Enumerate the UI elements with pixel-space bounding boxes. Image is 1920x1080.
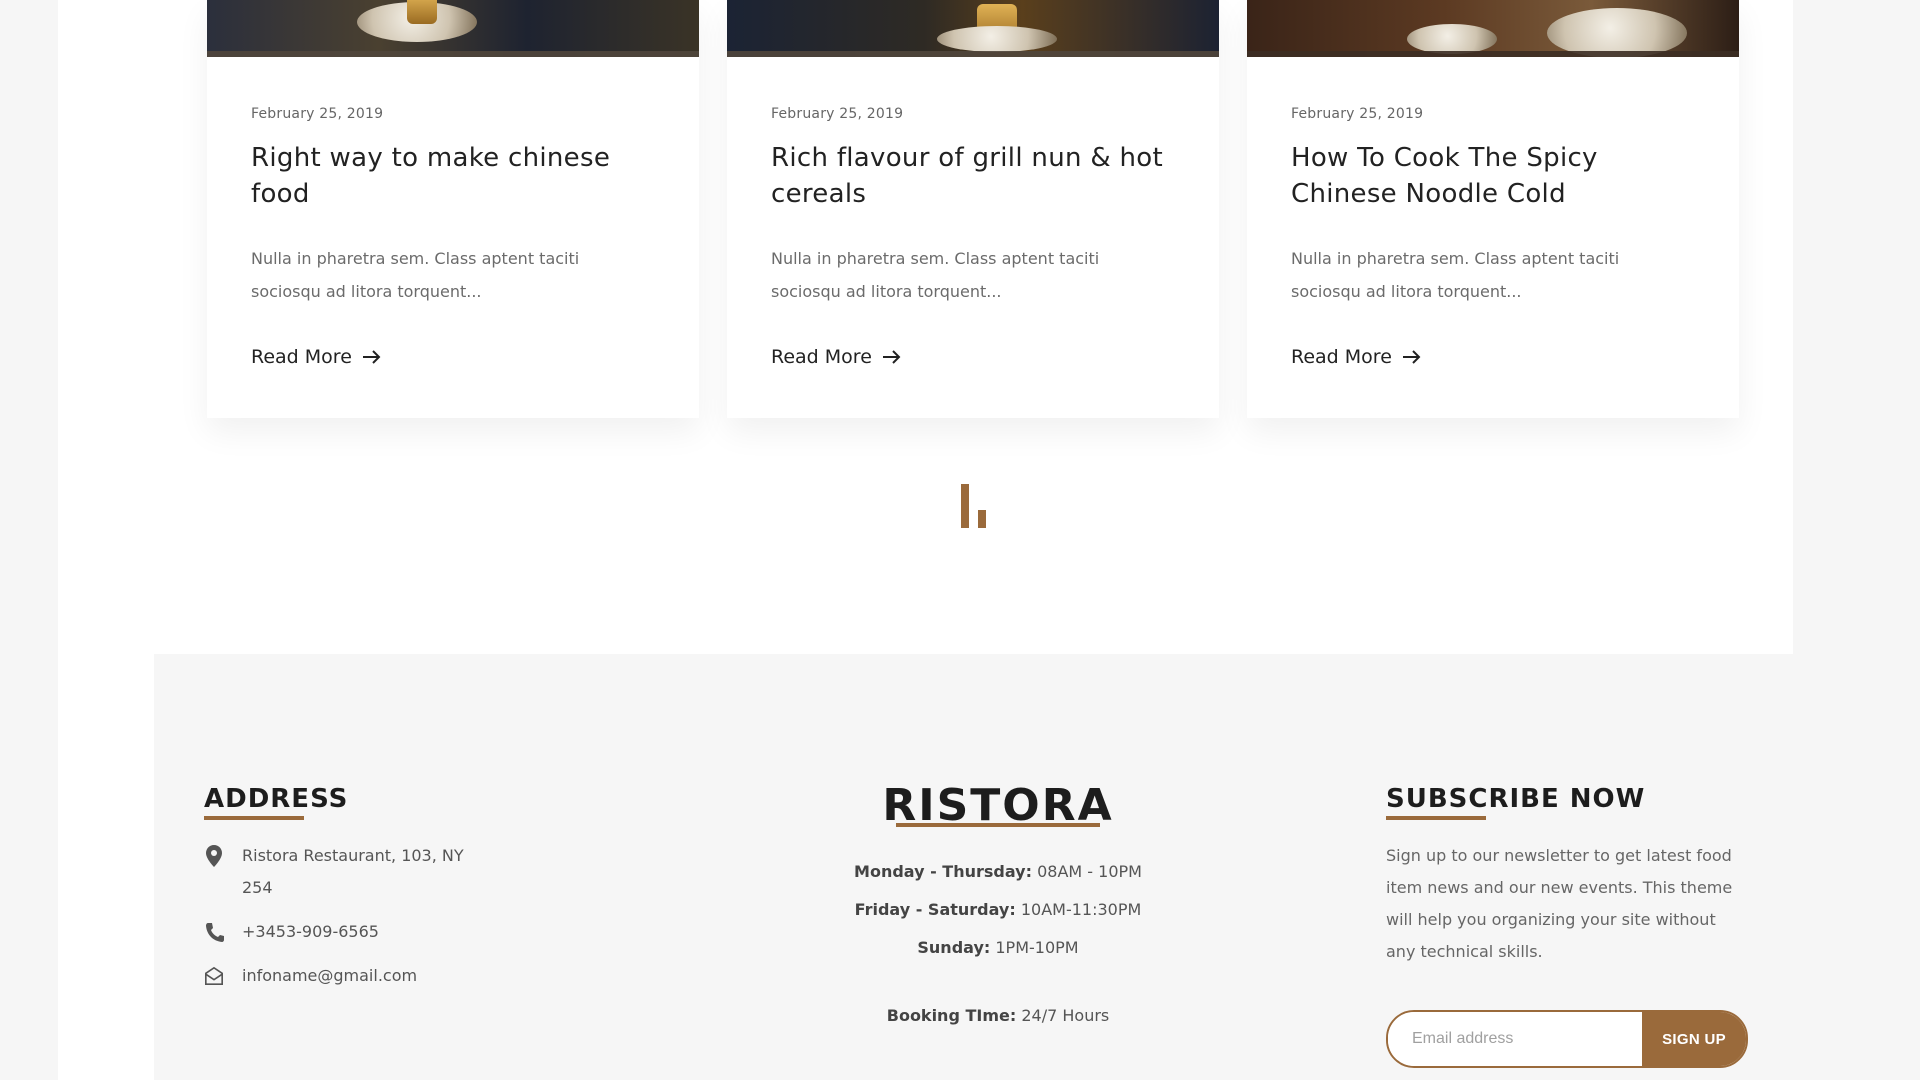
hours-days: Friday - Saturday: bbox=[854, 900, 1016, 919]
opening-hours: Monday - Thursday: 08AM - 10PM Friday - … bbox=[798, 853, 1198, 1035]
blog-card: February 25, 2019 How To Cook The Spicy … bbox=[1247, 0, 1739, 418]
read-more-link[interactable]: Read More bbox=[251, 346, 382, 368]
blog-card-image[interactable] bbox=[727, 0, 1219, 57]
address-heading: ADDRESS bbox=[204, 784, 349, 820]
booking-value: 24/7 Hours bbox=[1021, 1006, 1110, 1025]
post-title[interactable]: How To Cook The Spicy Chinese Noodle Col… bbox=[1291, 140, 1711, 212]
read-more-link[interactable]: Read More bbox=[1291, 346, 1422, 368]
read-more-link[interactable]: Read More bbox=[771, 346, 902, 368]
read-more-label: Read More bbox=[1291, 346, 1392, 368]
booking-time: Booking TIme: 24/7 Hours bbox=[798, 997, 1198, 1035]
location-text: Ristora Restaurant, 103, NY 254 bbox=[242, 846, 464, 897]
arrow-right-icon bbox=[362, 350, 381, 364]
hours-time: 1PM-10PM bbox=[995, 938, 1079, 957]
hours-days: Monday - Thursday: bbox=[854, 862, 1032, 881]
map-pin-icon bbox=[206, 845, 222, 867]
loading-bars-icon bbox=[960, 484, 988, 530]
hours-time: 08AM - 10PM bbox=[1037, 862, 1142, 881]
address-location: Ristora Restaurant, 103, NY 254 bbox=[204, 840, 472, 904]
booking-label: Booking TIme: bbox=[886, 1006, 1017, 1025]
footer-subscribe: SUBSCRIBE NOW Sign up to our newsletter … bbox=[1386, 784, 1748, 1068]
address-phone: +3453-909-6565 bbox=[204, 916, 472, 948]
envelope-icon bbox=[205, 966, 223, 985]
post-excerpt: Nulla in pharetra sem. Class aptent taci… bbox=[251, 249, 580, 301]
hours-days: Sunday: bbox=[917, 938, 991, 957]
post-date: February 25, 2019 bbox=[771, 106, 904, 122]
footer-brand: RISTORA Monday - Thursday: 08AM - 10PM F… bbox=[798, 780, 1198, 1035]
post-title[interactable]: Rich flavour of grill nun & hot cereals bbox=[771, 140, 1191, 212]
footer: ADDRESS Ristora Restaurant, 103, NY 254 … bbox=[154, 654, 1793, 1080]
arrow-right-icon bbox=[882, 350, 901, 364]
sign-up-button[interactable]: SIGN UP bbox=[1642, 1012, 1746, 1066]
blog-card-image[interactable] bbox=[207, 0, 699, 57]
blog-card-image[interactable] bbox=[1247, 0, 1739, 57]
hours-row: Sunday: 1PM-10PM bbox=[798, 929, 1198, 967]
email-input[interactable] bbox=[1388, 1012, 1642, 1066]
footer-address: ADDRESS Ristora Restaurant, 103, NY 254 … bbox=[204, 784, 472, 1004]
subscribe-description: Sign up to our newsletter to get latest … bbox=[1386, 846, 1733, 961]
arrow-right-icon bbox=[1402, 350, 1421, 364]
post-excerpt: Nulla in pharetra sem. Class aptent taci… bbox=[771, 249, 1100, 301]
post-excerpt: Nulla in pharetra sem. Class aptent taci… bbox=[1291, 249, 1620, 301]
subscribe-heading: SUBSCRIBE NOW bbox=[1386, 784, 1646, 820]
brand-logo[interactable]: RISTORA bbox=[882, 780, 1113, 831]
post-title[interactable]: Right way to make chinese food bbox=[251, 140, 671, 212]
subscribe-heading-text: SUBSCRIBE NOW bbox=[1386, 784, 1646, 814]
email-text[interactable]: infoname@gmail.com bbox=[242, 960, 472, 992]
address-email: infoname@gmail.com bbox=[204, 960, 472, 992]
hours-time: 10AM-11:30PM bbox=[1020, 900, 1142, 919]
hours-row: Friday - Saturday: 10AM-11:30PM bbox=[798, 891, 1198, 929]
read-more-label: Read More bbox=[251, 346, 352, 368]
blog-card: February 25, 2019 Right way to make chin… bbox=[207, 0, 699, 418]
phone-text[interactable]: +3453-909-6565 bbox=[242, 916, 472, 948]
post-date: February 25, 2019 bbox=[1291, 106, 1424, 122]
hours-row: Monday - Thursday: 08AM - 10PM bbox=[798, 853, 1198, 891]
address-heading-text: ADDRESS bbox=[204, 784, 349, 814]
subscribe-form: SIGN UP bbox=[1386, 1010, 1748, 1068]
read-more-label: Read More bbox=[771, 346, 872, 368]
post-date: February 25, 2019 bbox=[251, 106, 384, 122]
blog-card: February 25, 2019 Rich flavour of grill … bbox=[727, 0, 1219, 418]
phone-icon bbox=[206, 923, 224, 942]
